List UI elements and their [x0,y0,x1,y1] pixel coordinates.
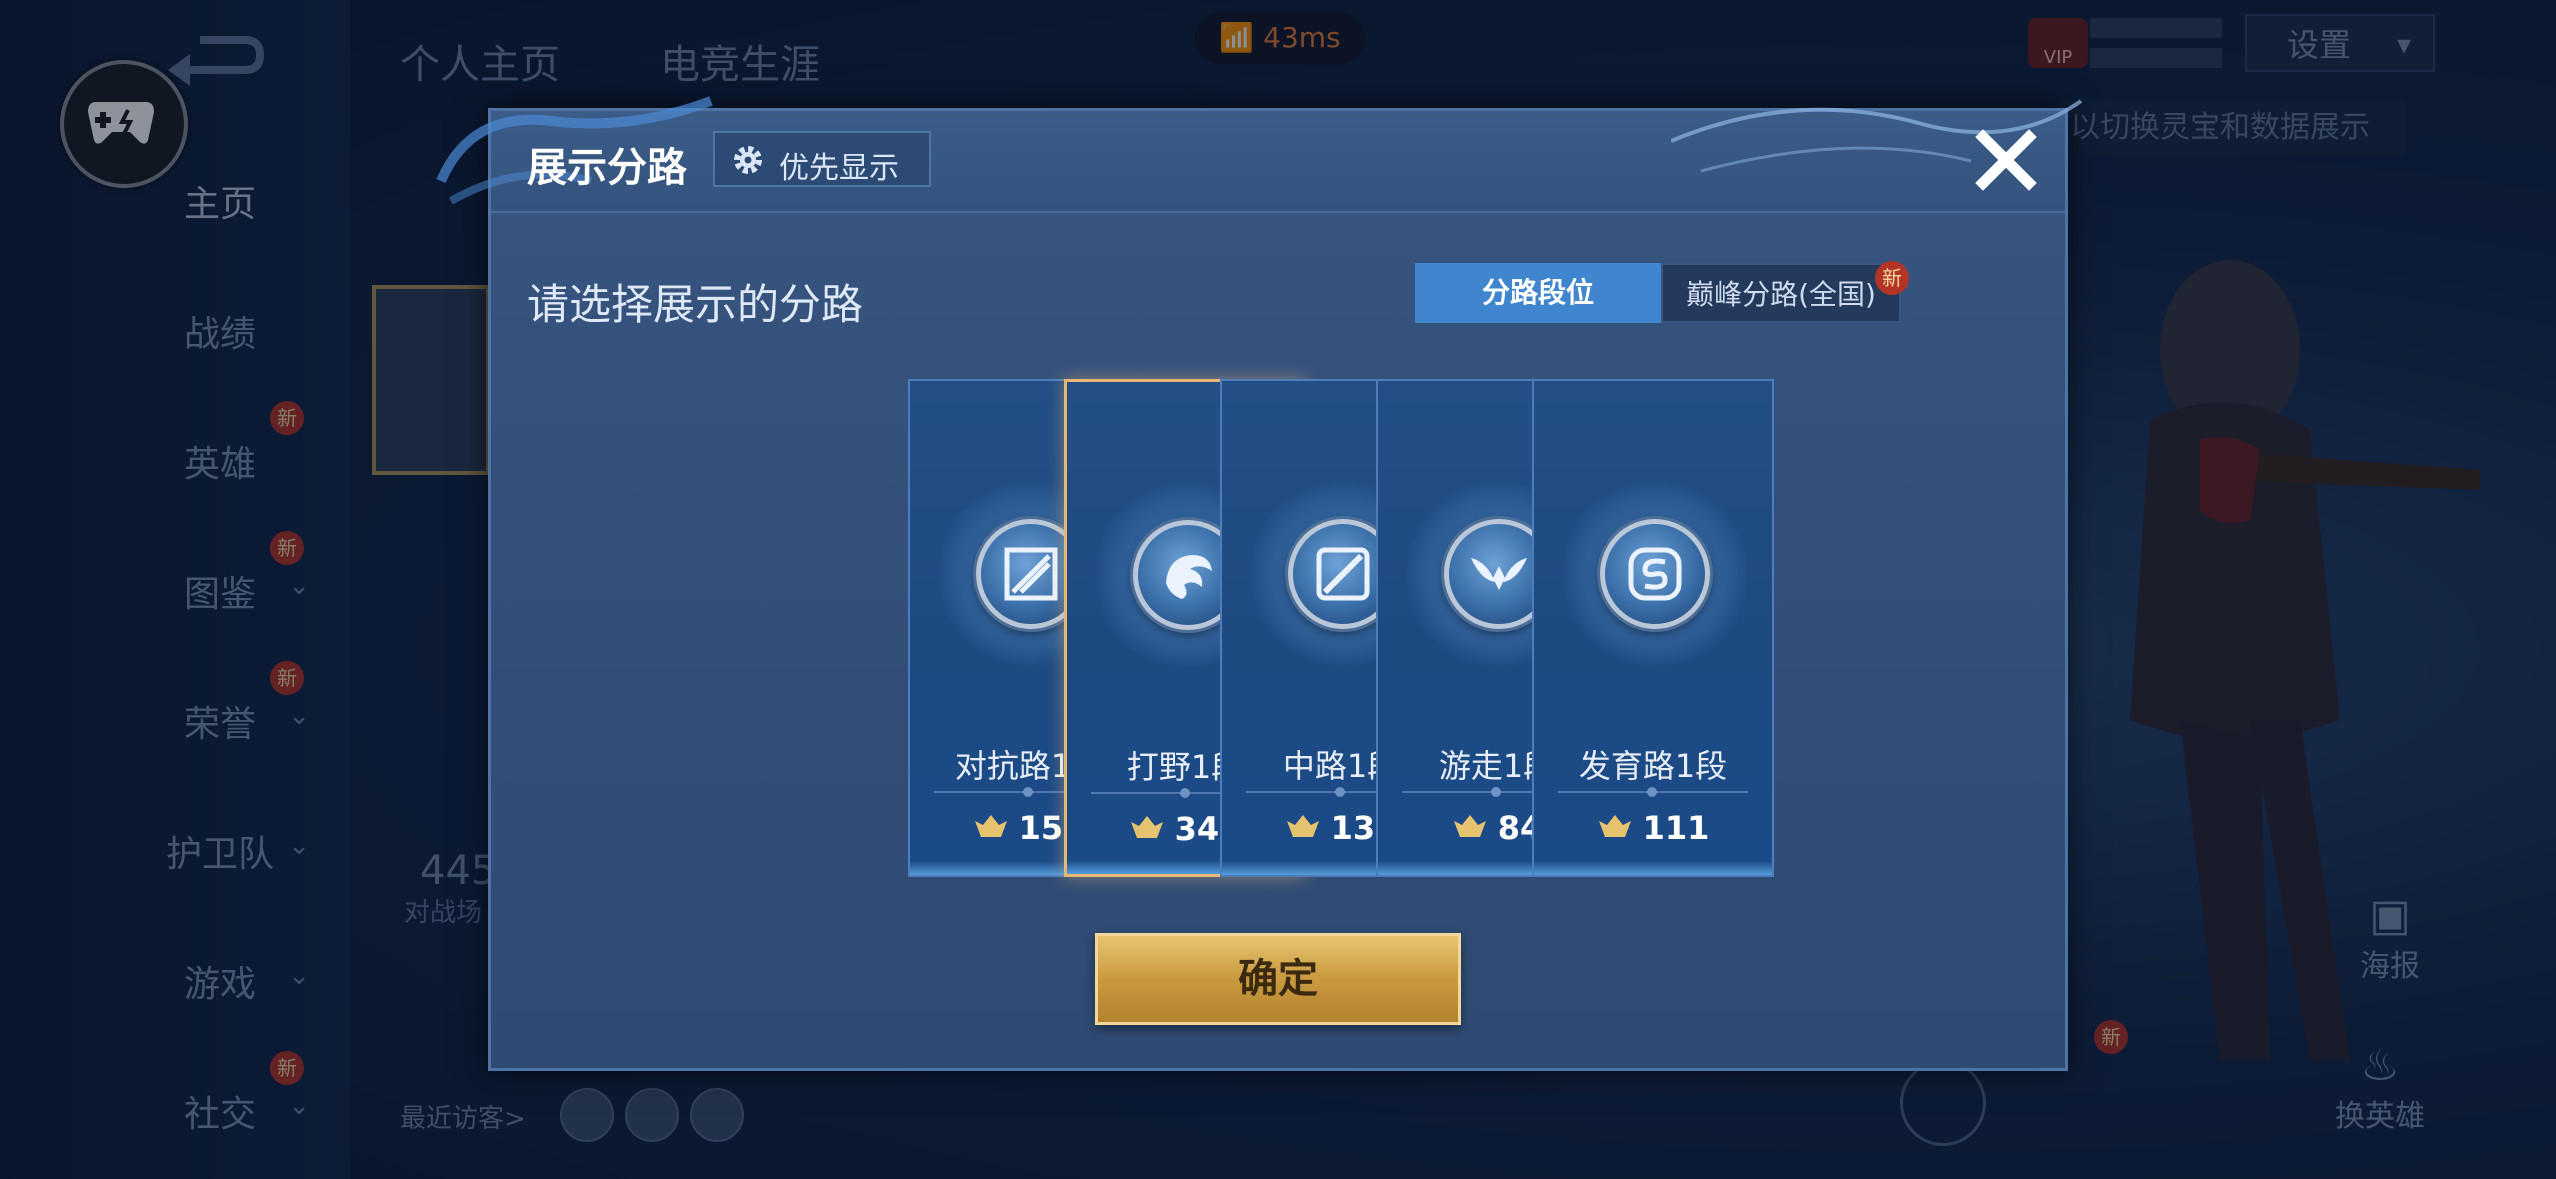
rank-points-icon [1453,815,1486,837]
lane-display-modal: 展示分路 优先显示 请选择展示的分路 分路段位 巅峰分路(全国) 新 对抗路1段… [436,96,2083,1071]
lane-score-value: 111 [1642,809,1710,847]
tab-label: 巅峰分路(全国) [1686,278,1876,311]
rank-points-icon [974,815,1007,837]
tab-peak-lane-national[interactable]: 巅峰分路(全国) 新 [1661,261,1909,323]
lane-rank-label: 发育路1段 [1578,747,1728,785]
card-divider [1558,787,1748,797]
rank-points-icon [1598,815,1631,837]
confirm-button[interactable]: 确定 [1095,933,1461,1025]
rank-points-icon [1130,816,1163,838]
priority-button-label: 优先显示 [779,151,899,186]
rank-points-icon [1286,815,1319,837]
farm-lane-icon [1600,519,1710,629]
card-bottom-glow [1534,861,1772,875]
priority-display-button[interactable]: 优先显示 [713,131,931,187]
modal-title: 展示分路 [527,145,687,191]
tab-lane-rank[interactable]: 分路段位 [1415,263,1661,323]
lane-card-farm[interactable]: 发育路1段 111 [1532,379,1774,877]
modal-subtitle: 请选择展示的分路 [527,280,864,329]
close-icon[interactable] [1971,125,2041,195]
gear-icon [734,146,762,174]
new-badge: 新 [1875,261,1909,295]
lane-score: 111 [1534,809,1772,847]
